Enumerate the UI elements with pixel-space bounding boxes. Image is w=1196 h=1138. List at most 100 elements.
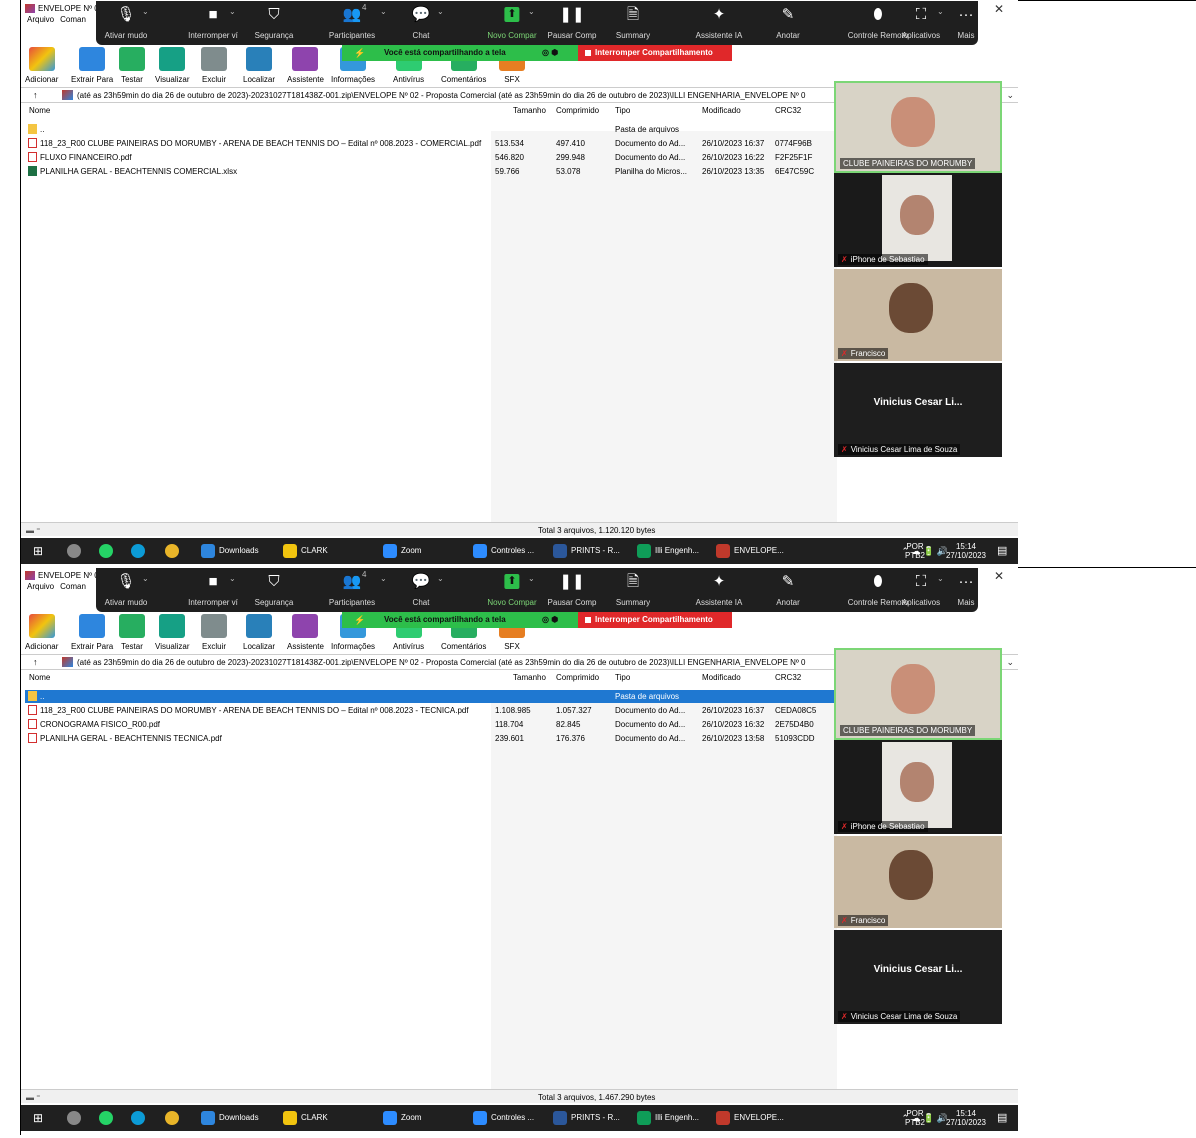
taskbar-item[interactable]: Illi Engenh... bbox=[637, 1105, 699, 1131]
taskbar-item[interactable]: Downloads bbox=[201, 1105, 259, 1131]
chrome-icon[interactable] bbox=[165, 1105, 183, 1131]
column-header-size[interactable]: Tamanho bbox=[513, 673, 546, 686]
zoom-apps-button[interactable]: ⛶ ⌄ Aplicativos bbox=[891, 1, 951, 45]
taskbar-item[interactable]: Controles ... bbox=[473, 538, 534, 564]
chevron-down-icon[interactable]: ⌄ bbox=[380, 574, 387, 583]
zoom-video-camera-button[interactable]: ■ ⌄ Interromper ví bbox=[178, 568, 248, 612]
search-icon[interactable] bbox=[67, 1105, 85, 1131]
zoom-pencil-button[interactable]: ✎ Anotar bbox=[764, 1, 812, 45]
chevron-down-icon[interactable]: ⌄ bbox=[142, 574, 149, 583]
stop-sharing-button[interactable]: Interromper Compartilhamento bbox=[578, 612, 732, 628]
chevron-down-icon[interactable]: ⌄ bbox=[229, 7, 236, 16]
whatsapp-icon[interactable] bbox=[99, 538, 117, 564]
zoom-shield-button[interactable]: ⛉ Segurança bbox=[246, 1, 302, 45]
column-header-packed[interactable]: Comprimido bbox=[556, 673, 599, 686]
table-row[interactable]: CRONOGRAMA FISICO_R00.pdf 118.704 82.845 Do… bbox=[25, 718, 841, 731]
taskbar-item[interactable]: PRINTS - R... bbox=[553, 538, 620, 564]
taskbar-item[interactable]: ENVELOPE... bbox=[716, 538, 784, 564]
toolbar-button[interactable]: Testar bbox=[119, 614, 145, 651]
toolbar-button[interactable]: Extrair Para bbox=[71, 47, 113, 84]
zoom-apps-button[interactable]: ⛶ ⌄ Aplicativos bbox=[891, 568, 951, 612]
zoom-video-camera-button[interactable]: ■ ⌄ Interromper ví bbox=[178, 1, 248, 45]
chevron-down-icon[interactable]: ⌄ bbox=[937, 7, 944, 16]
participant-video-tile[interactable]: ✗ Francisco bbox=[834, 836, 1002, 928]
zoom-microphone-button[interactable]: 🎙 ⌄ Ativar mudo bbox=[96, 1, 156, 45]
column-header-crc[interactable]: CRC32 bbox=[775, 673, 801, 686]
close-icon[interactable]: ✕ bbox=[994, 569, 1004, 583]
zoom-ai-sparkle-button[interactable]: ✦ Assistente IA bbox=[684, 568, 754, 612]
participant-video-tile[interactable]: ✗ iPhone de Sebastiao bbox=[834, 740, 1002, 834]
participant-video-tile[interactable]: Vinicius Cesar Li... ✗ Vinicius Cesar Lima… bbox=[834, 363, 1002, 457]
menu-item[interactable]: Coman bbox=[60, 15, 86, 24]
chevron-down-icon[interactable]: ⌄ bbox=[1006, 657, 1014, 668]
menu-item[interactable]: Arquivo bbox=[27, 582, 54, 591]
table-row[interactable]: 118_23_R00 CLUBE PAINEIRAS DO MORUMBY - … bbox=[25, 704, 841, 717]
toolbar-button[interactable]: Extrair Para bbox=[71, 614, 113, 651]
toolbar-button[interactable]: Assistente bbox=[287, 614, 324, 651]
zoom-pause-button[interactable]: ❚❚ Pausar Comp bbox=[542, 1, 602, 45]
chevron-down-icon[interactable]: ⌄ bbox=[142, 7, 149, 16]
edge-icon[interactable] bbox=[131, 1105, 149, 1131]
zoom-shield-button[interactable]: ⛉ Segurança bbox=[246, 568, 302, 612]
participant-video-tile[interactable]: Vinicius Cesar Li... ✗ Vinicius Cesar Lima… bbox=[834, 930, 1002, 1024]
chevron-down-icon[interactable]: ⌄ bbox=[380, 7, 387, 16]
zoom-more-button[interactable]: ··· Mais bbox=[954, 568, 978, 612]
toolbar-button[interactable]: Assistente bbox=[287, 47, 324, 84]
table-row[interactable]: 118_23_R00 CLUBE PAINEIRAS DO MORUMBY - … bbox=[25, 137, 841, 150]
chevron-down-icon[interactable]: ⌄ bbox=[1006, 90, 1014, 101]
clock[interactable]: 15:14 27/10/2023 bbox=[946, 1109, 986, 1127]
zoom-share-screen-button[interactable]: ⬆ ⌄ Novo Compar bbox=[482, 1, 542, 45]
taskbar-item[interactable]: PRINTS - R... bbox=[553, 1105, 620, 1131]
chevron-down-icon[interactable]: ⌄ bbox=[437, 7, 444, 16]
notification-icon[interactable]: ▤ bbox=[997, 538, 1007, 564]
column-header-size[interactable]: Tamanho bbox=[513, 106, 546, 119]
toolbar-button[interactable]: Testar bbox=[119, 47, 145, 84]
toolbar-button[interactable]: Excluir bbox=[201, 47, 227, 84]
taskbar-item[interactable]: ENVELOPE... bbox=[716, 1105, 784, 1131]
toolbar-button[interactable]: Visualizar bbox=[155, 47, 190, 84]
edge-icon[interactable] bbox=[131, 538, 149, 564]
chevron-down-icon[interactable]: ⌄ bbox=[937, 574, 944, 583]
menu-item[interactable]: Arquivo bbox=[27, 15, 54, 24]
column-header-name[interactable]: Nome bbox=[29, 673, 50, 686]
participant-video-tile[interactable]: ✗ iPhone de Sebastiao bbox=[834, 173, 1002, 267]
language-indicator[interactable]: POR PTB2 bbox=[905, 542, 925, 560]
toolbar-button[interactable]: Adicionar bbox=[25, 614, 58, 651]
up-arrow-icon[interactable]: ↑ bbox=[33, 90, 38, 100]
search-icon[interactable] bbox=[67, 538, 85, 564]
taskbar-item[interactable]: CLARK bbox=[283, 1105, 328, 1131]
table-row[interactable]: PLANILHA GERAL - BEACHTENNIS COMERCIAL.x… bbox=[25, 165, 841, 178]
close-icon[interactable]: ✕ bbox=[994, 2, 1004, 16]
taskbar-item[interactable]: Zoom bbox=[383, 538, 421, 564]
menu-item[interactable]: Coman bbox=[60, 582, 86, 591]
taskbar-item[interactable]: Zoom bbox=[383, 1105, 421, 1131]
column-header-modified[interactable]: Modificado bbox=[702, 673, 741, 686]
zoom-participants-button[interactable]: 👥 4 ⌄ Participantes bbox=[312, 1, 392, 45]
zoom-participants-button[interactable]: 👥 4 ⌄ Participantes bbox=[312, 568, 392, 612]
zoom-pause-button[interactable]: ❚❚ Pausar Comp bbox=[542, 568, 602, 612]
toolbar-button[interactable]: Adicionar bbox=[25, 47, 58, 84]
chevron-down-icon[interactable]: ⌄ bbox=[528, 574, 535, 583]
zoom-more-button[interactable]: ··· Mais bbox=[954, 1, 978, 45]
column-header-crc[interactable]: CRC32 bbox=[775, 106, 801, 119]
zoom-share-screen-button[interactable]: ⬆ ⌄ Novo Compar bbox=[482, 568, 542, 612]
chevron-down-icon[interactable]: ⌄ bbox=[528, 7, 535, 16]
toolbar-button[interactable]: Localizar bbox=[243, 614, 275, 651]
taskbar-item[interactable]: Illi Engenh... bbox=[637, 538, 699, 564]
language-indicator[interactable]: POR PTB2 bbox=[905, 1109, 925, 1127]
zoom-microphone-button[interactable]: 🎙 ⌄ Ativar mudo bbox=[96, 568, 156, 612]
toolbar-button[interactable]: Visualizar bbox=[155, 614, 190, 651]
column-header-modified[interactable]: Modificado bbox=[702, 106, 741, 119]
zoom-pencil-button[interactable]: ✎ Anotar bbox=[764, 568, 812, 612]
up-arrow-icon[interactable]: ↑ bbox=[33, 657, 38, 667]
zoom-ai-sparkle-button[interactable]: ✦ Assistente IA bbox=[684, 1, 754, 45]
zoom-chat-button[interactable]: 💬 ⌄ Chat bbox=[396, 1, 446, 45]
taskbar-item[interactable]: Controles ... bbox=[473, 1105, 534, 1131]
zoom-summary-button[interactable]: 🗎 Summary bbox=[608, 1, 658, 45]
table-row[interactable]: .. Pasta de arquivos bbox=[25, 690, 841, 703]
zoom-chat-button[interactable]: 💬 ⌄ Chat bbox=[396, 568, 446, 612]
taskbar-item[interactable]: CLARK bbox=[283, 538, 328, 564]
participant-video-tile[interactable]: ✗ Francisco bbox=[834, 269, 1002, 361]
stop-sharing-button[interactable]: Interromper Compartilhamento bbox=[578, 45, 732, 61]
table-row[interactable]: PLANILHA GERAL - BEACHTENNIS TECNICA.pdf… bbox=[25, 732, 841, 745]
